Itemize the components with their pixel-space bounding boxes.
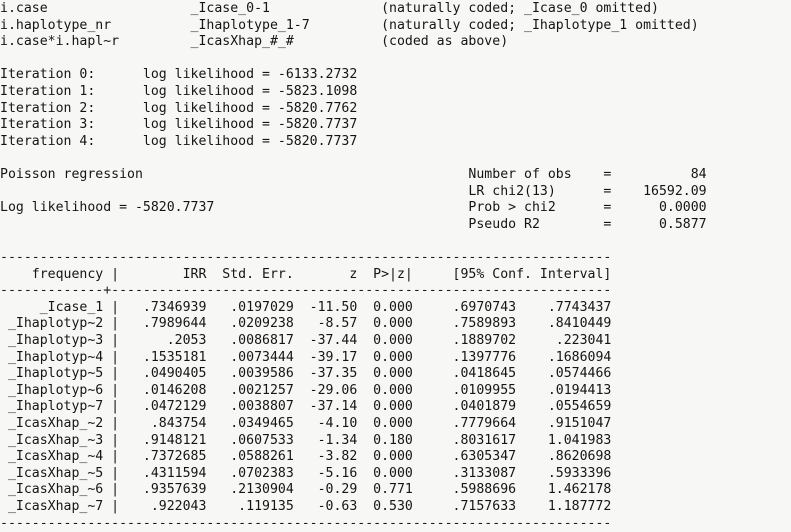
table-row: _IcasXhap_~7 | .922043 .119135 -0.63 0.5…	[0, 499, 612, 514]
varlist-line-0: i.case _Icase_0-1 (naturally coded; _Ica…	[0, 1, 659, 16]
table-separator-top: ----------------------------------------…	[0, 250, 612, 265]
table-row: _Icase_1 | .7346939 .0197029 -11.50 0.00…	[0, 299, 612, 315]
table-row: _Ihaplotyp~6 | .0146208 .0021257 -29.06 …	[0, 382, 612, 398]
iteration-line-0: Iteration 0: log likelihood = -6133.2732	[0, 67, 358, 83]
table-row: _IcasXhap_~5 | .4311594 .0702383 -5.16 0…	[0, 465, 612, 481]
table-row: _Ihaplotyp~3 | .2053 .0086817 -37.44 0.0…	[0, 333, 612, 348]
table-header-row: frequency | IRR Std. Err. z P>|z| [95% C…	[0, 266, 612, 282]
table-row: _IcasXhap_~4 | .7372685 .0588261 -3.82 0…	[0, 449, 612, 465]
table-separator-mid: -------------+--------------------------…	[0, 283, 612, 299]
model-stat-line-0: Poisson regression Number of obs = 84	[0, 167, 707, 182]
table-separator-bottom: ----------------------------------------…	[0, 515, 612, 531]
table-row: _IcasXhap_~6 | .9357639 .2130904 -0.29 0…	[0, 482, 612, 498]
model-stat-line-1: LR chi2(13) = 16592.09	[0, 183, 707, 199]
table-row: _Ihaplotyp~5 | .0490405 .0039586 -37.35 …	[0, 366, 612, 382]
iteration-line-4: Iteration 4: log likelihood = -5820.7737	[0, 133, 358, 149]
model-stat-line-2: Log likelihood = -5820.7737 Prob > chi2 …	[0, 200, 707, 216]
iteration-line-2: Iteration 2: log likelihood = -5820.7762	[0, 100, 358, 116]
table-row: _Ihaplotyp~2 | .7989644 .0209238 -8.57 0…	[0, 316, 612, 332]
iteration-line-3: Iteration 3: log likelihood = -5820.7737	[0, 117, 358, 133]
table-row: _IcasXhap_~2 | .843754 .0349465 -4.10 0.…	[0, 416, 612, 431]
table-row: _Ihaplotyp~4 | .1535181 .0073444 -39.17 …	[0, 349, 612, 365]
table-row: _Ihaplotyp~7 | .0472129 .0038807 -37.14 …	[0, 399, 612, 415]
stata-results-console[interactable]: i.case _Icase_0-1 (naturally coded; _Ica…	[0, 0, 791, 531]
varlist-line-1: i.haplotype_nr _Ihaplotype_1-7 (naturall…	[0, 17, 699, 33]
table-row: _IcasXhap_~3 | .9148121 .0607533 -1.34 0…	[0, 432, 612, 448]
iteration-line-1: Iteration 1: log likelihood = -5823.1098	[0, 84, 358, 99]
model-stat-line-3: Pseudo R2 = 0.5877	[0, 216, 707, 232]
varlist-line-2: i.case*i.hapl~r _IcasXhap_#_# (coded as …	[0, 34, 509, 50]
